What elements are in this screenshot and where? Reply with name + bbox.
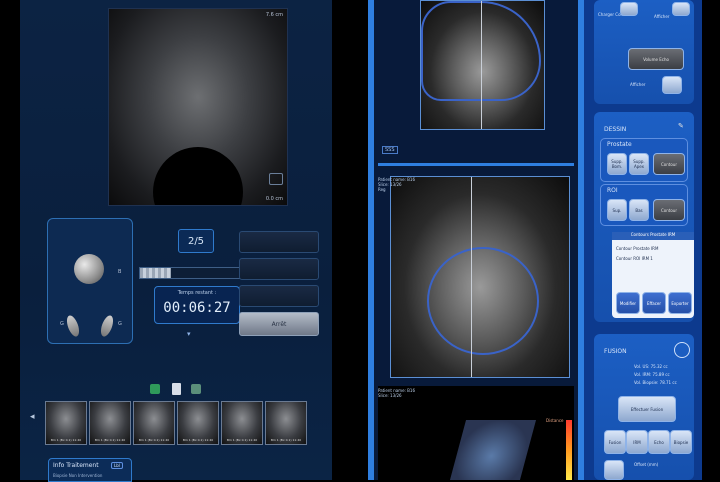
afficher-button[interactable] xyxy=(662,76,682,94)
fusion-stat: Vol. IRM: 75.89 cc xyxy=(634,372,670,377)
prostate-orientation-sphere-icon xyxy=(74,254,104,284)
thumbnail[interactable]: Bm 1 (Bx 0.1) 11:40 xyxy=(265,401,307,445)
lock-icon[interactable] xyxy=(604,460,624,480)
progress-bar xyxy=(139,267,253,279)
dessin-title: DESSIN xyxy=(604,126,627,133)
thumbnail[interactable]: Bm 1 (Bx 0.1) 11:40 xyxy=(89,401,131,445)
fusion-panel: FUSION Vol. US: 75.32 cc Vol. IRM: 75.89… xyxy=(594,334,694,480)
supp-apex-button[interactable]: Supp. Apex xyxy=(629,153,649,175)
document-icon[interactable] xyxy=(172,383,181,395)
afficher-top-label: Afficher xyxy=(654,14,670,19)
exporter-button[interactable]: Exporter xyxy=(668,292,692,314)
image-column: SSS Patient name: B16 Slice: 13/26 Reg P… xyxy=(368,0,584,480)
prostate-title: Prostate xyxy=(607,141,632,148)
fusion-3d-view[interactable]: Patient name: B16 Slice: 13/26 Distance xyxy=(378,386,574,480)
us-sagittal-view[interactable] xyxy=(420,0,545,130)
splitter[interactable] xyxy=(378,163,574,166)
guide-line xyxy=(471,177,472,377)
guide-line xyxy=(481,1,482,129)
timer-label: Temps restant : xyxy=(177,290,217,296)
probe-shadow xyxy=(153,147,243,205)
prostate-contour-button[interactable]: Contour xyxy=(653,153,685,175)
image-icon[interactable] xyxy=(191,384,201,394)
afficher-top-button[interactable] xyxy=(672,2,690,16)
thumbnail[interactable]: Bm 1 (Bx 0.1) 11:40 xyxy=(221,401,263,445)
effectuer-fusion-button[interactable]: Effectuer Fusion xyxy=(618,396,676,422)
effacer-button[interactable]: Effacer xyxy=(642,292,666,314)
bottom-header: Patient name: B16 Slice: 13/26 xyxy=(378,388,415,398)
info-title: Info Traitement xyxy=(53,462,99,469)
modifier-button[interactable]: Modifier xyxy=(616,292,640,314)
irm-button[interactable]: IRM xyxy=(626,430,648,454)
list-item[interactable]: Contour Prostate IRM xyxy=(616,246,658,251)
afficher-label: Afficher xyxy=(630,82,646,87)
thumbnail[interactable]: Bm 1 (Bx 0.1) 11:40 xyxy=(45,401,87,445)
depth-bottom-label: 0.0 cm xyxy=(265,196,283,202)
roi-title: ROI xyxy=(607,187,618,194)
orientation-widget[interactable]: B G G xyxy=(47,218,133,344)
timer-value: 00:06:27 xyxy=(163,300,231,316)
right-lobe-icon xyxy=(98,313,116,339)
thumbnail[interactable]: Bm 1 (Bx 0.1) 11:40 xyxy=(133,401,175,445)
mri-header: Patient name: B16 Slice: 13/26 Reg xyxy=(378,177,415,192)
dessin-panel: DESSIN ✎ Prostate Supp. Bom. Supp. Apex … xyxy=(594,112,694,322)
info-badge: Lbl xyxy=(111,462,123,469)
fusion-stat: Vol. Biopsie: 78.71 cc xyxy=(634,380,677,385)
roi-contour-button[interactable]: Contour xyxy=(653,199,685,221)
thumbnail[interactable]: Bm 1 (Bx 0.1) 11:40 xyxy=(177,401,219,445)
zoom-icon[interactable] xyxy=(269,173,283,185)
camera-icon[interactable] xyxy=(150,384,160,394)
target-icon[interactable] xyxy=(674,342,690,358)
volume-echo-button[interactable]: Volume Echo xyxy=(628,48,684,70)
progress-fill xyxy=(140,268,172,278)
biopsy-counter: 2/5 xyxy=(178,229,214,253)
left-lobe-icon xyxy=(64,313,82,339)
fusion-volume xyxy=(449,420,537,480)
stop-button[interactable]: Arrêt xyxy=(239,312,319,336)
orientation-label-b: B xyxy=(118,269,122,275)
action-button-2[interactable] xyxy=(239,258,319,280)
contour-list-header: Contours Prostate IRM xyxy=(612,232,694,240)
orientation-label-g1: G xyxy=(60,321,64,327)
distance-scale xyxy=(566,420,572,480)
orientation-label-g2: G xyxy=(118,321,122,327)
supp-base-button[interactable]: Supp. Bom. xyxy=(607,153,627,175)
ultrasound-view[interactable]: 7.6 cm 0.0 cm xyxy=(108,8,288,206)
echo-button[interactable]: Echo xyxy=(648,430,670,454)
depth-top-label: 7.6 cm xyxy=(265,12,283,18)
left-panel: 7.6 cm 0.0 cm B G G 2/5 Temps restant : … xyxy=(20,0,332,482)
roi-bas-button[interactable]: Bas xyxy=(629,199,649,221)
fusion-button[interactable]: Fusion xyxy=(604,430,626,454)
info-sub: Biopsie Non Intervention xyxy=(53,473,103,478)
offset-label: Offset (mm) xyxy=(634,462,659,467)
roi-box: ROI Sup. Bas Contour xyxy=(600,184,688,226)
action-button-1[interactable] xyxy=(239,231,319,253)
mri-axial-view[interactable] xyxy=(390,176,570,378)
scroll-left-icon[interactable]: ◂ xyxy=(30,412,35,422)
biopsie-button[interactable]: Biopsie xyxy=(670,430,692,454)
info-traitement-panel[interactable]: Info Traitement Lbl Biopsie Non Interven… xyxy=(48,458,132,482)
action-button-3[interactable] xyxy=(239,285,319,307)
right-panel: Charger Contour Afficher Volume Echo Aff… xyxy=(584,0,702,480)
charger-icon-button[interactable] xyxy=(620,2,638,16)
prostate-box: Prostate Supp. Bom. Supp. Apex Contour xyxy=(600,138,688,182)
contour-list: Contours Prostate IRM Contour Prostate I… xyxy=(612,232,694,318)
fusion-title: FUSION xyxy=(604,348,627,355)
pen-icon[interactable]: ✎ xyxy=(678,122,684,130)
collapse-chevron-icon[interactable]: ▾ xyxy=(187,330,191,338)
roi-sup-button[interactable]: Sup. xyxy=(607,199,627,221)
fusion-stat: Vol. US: 75.32 cc xyxy=(634,364,668,369)
left-rail xyxy=(368,0,374,480)
list-item[interactable]: Contour ROI IRM 1 xyxy=(616,256,653,261)
load-panel: Charger Contour Afficher Volume Echo Aff… xyxy=(594,0,694,104)
prostate-contour xyxy=(427,247,539,355)
scale-label: Distance xyxy=(546,418,564,423)
timer-box: Temps restant : 00:06:27 xyxy=(154,286,240,324)
view-tag-top: SSS xyxy=(382,146,398,154)
